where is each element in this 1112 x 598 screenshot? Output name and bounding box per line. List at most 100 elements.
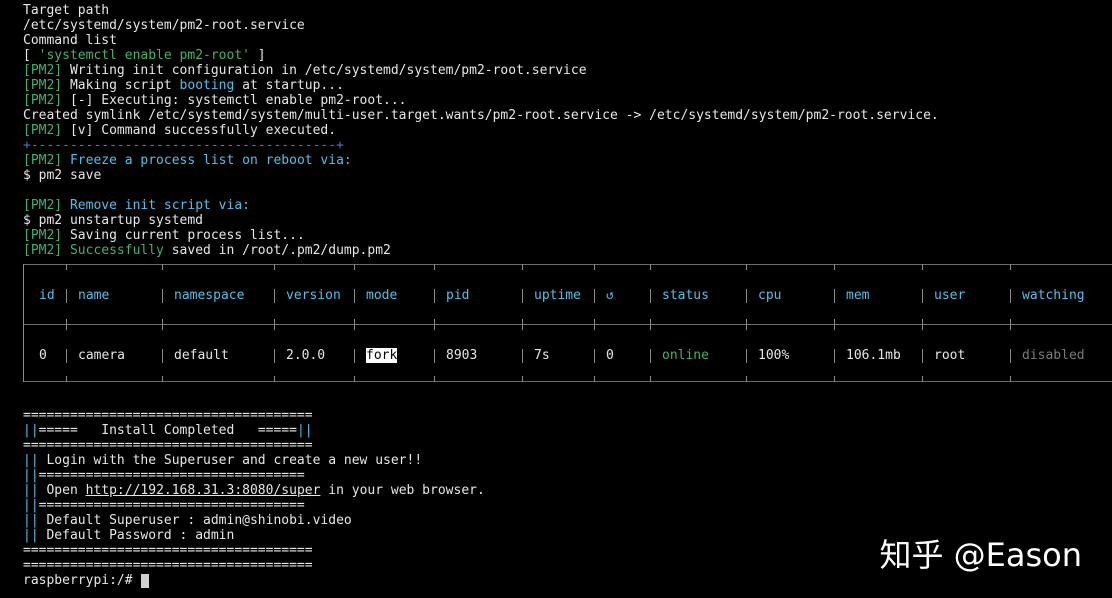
separator-line: +---------------------------------------… (23, 138, 344, 153)
table-border (23, 324, 1112, 325)
column-separator (834, 264, 835, 270)
column-separator (650, 349, 651, 363)
column-separator (834, 289, 835, 303)
column-separator (746, 324, 747, 330)
column-separator (594, 324, 595, 330)
banner-rule: ===================================== (23, 408, 313, 423)
column-separator (594, 289, 595, 303)
column-separator (354, 349, 355, 363)
watermark: 知乎 @Eason (879, 536, 1082, 574)
table-cell-pid: 8903 (446, 348, 478, 363)
shell-prompt[interactable]: raspberrypi:/# (23, 573, 150, 588)
column-header: namespace (174, 288, 245, 303)
column-separator (434, 376, 435, 382)
column-separator (746, 376, 747, 382)
banner-rule: ===================================== (23, 558, 313, 573)
column-header: user (934, 288, 966, 303)
table-cell-user: root (934, 348, 966, 363)
table-cell-name: camera (78, 348, 125, 363)
output-line: $ pm2 unstartup systemd (23, 213, 204, 228)
column-separator (1010, 324, 1011, 330)
table-cell-uptime: 7s (534, 348, 550, 363)
column-separator (274, 324, 275, 330)
column-separator (522, 349, 523, 363)
output-line: Created symlink /etc/systemd/system/mult… (23, 108, 939, 123)
output-line: [PM2] Writing init configuration in /etc… (23, 63, 587, 78)
mode-highlight: fork (366, 348, 398, 363)
column-separator (522, 289, 523, 303)
banner-rule: ||================================== (23, 498, 305, 513)
column-separator (594, 376, 595, 382)
column-separator (434, 324, 435, 330)
output-line: Target path (23, 3, 110, 18)
output-line: [PM2] Successfully saved in /root/.pm2/d… (23, 243, 391, 258)
output-line: [PM2] Making script booting at startup..… (23, 78, 344, 93)
super-url-link[interactable]: http://192.168.31.3:8080/super (86, 483, 321, 498)
column-header: id (39, 288, 55, 303)
output-line: [PM2] [v] Command successfully executed. (23, 123, 337, 138)
column-separator (746, 264, 747, 270)
output-line: Command list (23, 33, 117, 48)
column-separator (354, 324, 355, 330)
column-separator (66, 376, 67, 382)
column-separator (922, 324, 923, 330)
column-separator (746, 349, 747, 363)
column-separator (746, 289, 747, 303)
column-separator (274, 376, 275, 382)
column-header: mem (846, 288, 870, 303)
column-header: watching (1022, 288, 1085, 303)
banner-rule: ===================================== (23, 543, 313, 558)
output-line: [PM2] Remove init script via: (23, 198, 250, 213)
column-separator (162, 324, 163, 330)
table-cell-id: 0 (39, 348, 47, 363)
table-border (23, 381, 1112, 382)
banner-line: || Open http://192.168.31.3:8080/super i… (23, 483, 485, 498)
column-separator (1010, 349, 1011, 363)
column-separator (66, 324, 67, 330)
column-separator (354, 264, 355, 270)
column-separator (522, 376, 523, 382)
column-header: version (286, 288, 341, 303)
column-separator (1010, 376, 1011, 382)
column-separator (922, 264, 923, 270)
column-separator (162, 376, 163, 382)
column-header: pid (446, 288, 470, 303)
column-separator (354, 376, 355, 382)
column-separator (650, 264, 651, 270)
process-table: id name namespace version mode pid uptime ↺ stat… (23, 262, 1112, 382)
banner-line: || Default Password : admin (23, 528, 235, 543)
banner-line: || Login with the Superuser and create a… (23, 453, 423, 468)
column-header: uptime (534, 288, 581, 303)
output-line: /etc/systemd/system/pm2-root.service (23, 18, 305, 33)
table-cell-watching: disabled (1022, 348, 1085, 363)
banner-title: ||||========== Install Completed =====|| (23, 423, 313, 438)
column-separator (1010, 289, 1011, 303)
column-separator (434, 349, 435, 363)
column-header: cpu (758, 288, 782, 303)
table-cell-namespace: default (174, 348, 229, 363)
column-separator (594, 264, 595, 270)
terminal-window[interactable]: Target path /etc/systemd/system/pm2-root… (0, 0, 1112, 598)
column-separator (922, 289, 923, 303)
output-line: $ pm2 save (23, 168, 102, 183)
table-cell-mem: 106.1mb (846, 348, 901, 363)
table-cell-version: 2.0.0 (286, 348, 326, 363)
column-separator (1010, 264, 1011, 270)
column-separator (922, 376, 923, 382)
column-separator (522, 324, 523, 330)
column-separator (594, 349, 595, 363)
column-header: mode (366, 288, 398, 303)
column-separator (834, 324, 835, 330)
column-separator (274, 264, 275, 270)
table-cell-status: online (662, 348, 709, 363)
column-separator (66, 349, 67, 363)
column-header: status (662, 288, 709, 303)
column-header: name (78, 288, 110, 303)
column-separator (274, 349, 275, 363)
column-separator (162, 289, 163, 303)
column-separator (922, 349, 923, 363)
column-separator (274, 289, 275, 303)
banner-line: || Default Superuser : admin@shinobi.vid… (23, 513, 352, 528)
column-separator (434, 264, 435, 270)
column-separator (66, 264, 67, 270)
